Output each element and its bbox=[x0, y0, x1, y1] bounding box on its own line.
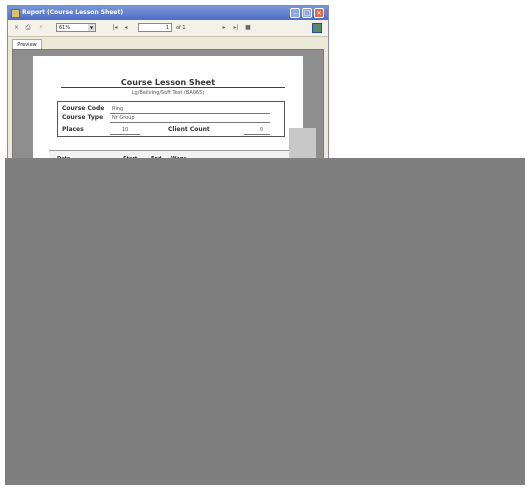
client-count-label: Client Count bbox=[168, 126, 210, 133]
app-icon bbox=[11, 9, 20, 18]
zoom-select[interactable]: 61% ▼ bbox=[56, 23, 96, 32]
client-count-value: 0 bbox=[260, 127, 264, 133]
client-count-rule bbox=[244, 134, 270, 135]
page-number-input[interactable]: 1 bbox=[138, 23, 172, 32]
title-divider bbox=[61, 87, 285, 88]
page-count: of 1 bbox=[176, 25, 186, 31]
places-rule bbox=[110, 134, 140, 135]
tab-preview[interactable]: Preview bbox=[12, 39, 42, 49]
chevron-down-icon[interactable]: ▼ bbox=[88, 24, 95, 31]
window-title: Report (Course Lesson Sheet) bbox=[22, 9, 124, 16]
report-toolbar: × ⎙ ⚡ 61% ▼ |◂ ◂ 1 of 1 ▸ ▸| ■ bbox=[8, 20, 328, 37]
export-icon[interactable] bbox=[312, 23, 322, 33]
minimize-icon[interactable]: – bbox=[290, 8, 300, 18]
stop-icon[interactable]: ■ bbox=[244, 23, 252, 33]
report-subtitle: Lg/Beilving/Soft Test (BA065) bbox=[131, 90, 205, 96]
places-label: Places bbox=[62, 126, 84, 133]
course-code-value: Ring bbox=[112, 106, 124, 112]
course-info-box: Course Code Ring Course Type Nr Group Pl… bbox=[57, 101, 285, 137]
course-type-rule bbox=[110, 122, 270, 123]
last-page-icon[interactable]: ▸| bbox=[232, 23, 240, 33]
first-page-icon[interactable]: |◂ bbox=[111, 23, 119, 33]
close-preview-icon[interactable]: × bbox=[13, 23, 20, 33]
zoom-value: 61% bbox=[59, 25, 71, 31]
next-page-icon[interactable]: ▸ bbox=[220, 23, 228, 33]
lightning-icon[interactable]: ⚡ bbox=[36, 23, 46, 33]
occluded-region-top bbox=[289, 128, 316, 158]
title-bar[interactable]: Report (Course Lesson Sheet) – □ × bbox=[8, 6, 328, 20]
occluding-panel bbox=[5, 158, 525, 485]
course-type-label: Course Type bbox=[62, 114, 104, 121]
places-value: 10 bbox=[122, 127, 129, 133]
maximize-icon[interactable]: □ bbox=[302, 8, 312, 18]
print-icon[interactable]: ⎙ bbox=[23, 23, 33, 33]
close-icon[interactable]: × bbox=[314, 8, 324, 18]
report-title: Course Lesson Sheet bbox=[120, 78, 216, 87]
course-code-rule bbox=[110, 113, 270, 114]
course-code-label: Course Code bbox=[62, 105, 105, 112]
course-type-value: Nr Group bbox=[112, 115, 135, 121]
prev-page-icon[interactable]: ◂ bbox=[122, 23, 130, 33]
tab-strip: Preview bbox=[8, 37, 328, 49]
